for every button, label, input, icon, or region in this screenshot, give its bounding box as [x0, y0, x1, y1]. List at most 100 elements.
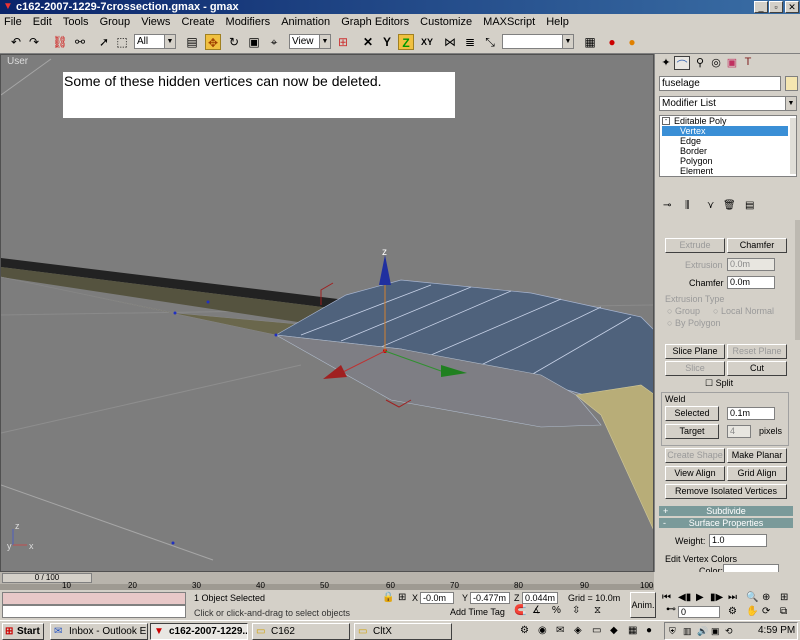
tray-icon-app2[interactable]: ◆ [610, 625, 618, 636]
task-cltx[interactable]: ▭ CltX [354, 623, 452, 640]
start-button[interactable]: ⊞ Start [2, 623, 44, 640]
zoom-icon[interactable]: 🔍 [746, 592, 758, 603]
menu-group[interactable]: Group [100, 14, 131, 30]
time-config-icon[interactable]: ⚙ [728, 606, 737, 617]
local-normal-radio[interactable]: ○ Local Normal [713, 306, 774, 316]
menu-customize[interactable]: Customize [420, 14, 472, 30]
tray-icon-folder[interactable]: ▭ [592, 625, 601, 636]
stack-root[interactable]: Editable Poly [674, 116, 727, 126]
material-editor-icon[interactable]: ▦ [582, 34, 598, 50]
tray-icon-mail[interactable]: ✉ [556, 625, 564, 636]
create-shape-button[interactable]: Create Shape [665, 448, 725, 463]
task-gmax[interactable]: ▼ c162-2007-1229... [150, 623, 248, 640]
chamfer-button[interactable]: Chamfer [727, 238, 787, 253]
previous-frame-icon[interactable]: ◀▮ [678, 592, 691, 603]
stack-item-polygon[interactable]: Polygon [680, 156, 713, 166]
by-polygon-radio[interactable]: ○ By Polygon [667, 318, 720, 328]
current-frame-field[interactable]: 0 [678, 606, 720, 618]
remove-isolated-vertices-button[interactable]: Remove Isolated Vertices [665, 484, 787, 499]
tray-icon-display[interactable]: ▣ [711, 626, 720, 637]
go-to-start-icon[interactable]: ⏮ [662, 592, 671, 603]
align-icon[interactable]: ⤡ [482, 34, 498, 50]
maximize-viewport-icon[interactable]: ⧉ [780, 606, 787, 617]
reset-plane-button[interactable]: Reset Plane [727, 344, 787, 359]
play-icon[interactable]: ▶ [696, 592, 704, 603]
select-object-icon[interactable]: ➚ [96, 34, 112, 50]
percent-snap-icon[interactable]: % [552, 605, 561, 616]
maxscript-listener-white[interactable] [2, 605, 186, 618]
menu-maxscript[interactable]: MAXScript [483, 14, 535, 30]
create-tab-icon[interactable]: ✦ [659, 56, 673, 70]
motion-tab-icon[interactable]: ◎ [709, 56, 723, 70]
lock-selection-icon[interactable]: 🔒 [382, 592, 394, 603]
stack-item-vertex[interactable]: Vertex [662, 126, 788, 136]
stack-item-edge[interactable]: Edge [680, 136, 701, 146]
x-coordinate-field[interactable]: -0.0m [420, 592, 454, 604]
tray-icon-app4[interactable]: ● [646, 625, 652, 636]
restore-button[interactable]: ▫ [769, 1, 783, 13]
panel-scrollbar[interactable] [795, 220, 800, 340]
animate-button[interactable]: Anim. [630, 592, 656, 618]
grid-align-button[interactable]: Grid Align [727, 466, 787, 481]
menu-animation[interactable]: Animation [281, 14, 330, 30]
zoom-extents-icon[interactable]: ⊞ [780, 592, 788, 603]
y-coordinate-field[interactable]: -0.477m [470, 592, 510, 604]
restrict-y-icon[interactable]: Y [379, 34, 395, 50]
menu-create[interactable]: Create [181, 14, 214, 30]
make-planar-button[interactable]: Make Planar [727, 448, 787, 463]
target-weld-button[interactable]: Target [665, 424, 719, 439]
slice-button[interactable]: Slice [665, 361, 725, 376]
show-end-result-icon[interactable]: ⫼ [685, 200, 690, 211]
configure-sets-icon[interactable]: ▤ [745, 200, 754, 211]
weld-threshold-spinner[interactable]: 0.1m [727, 407, 775, 420]
next-frame-icon[interactable]: ▮▶ [710, 592, 723, 603]
tray-icon-security[interactable]: ⛨ [669, 626, 676, 637]
modify-tab-icon[interactable]: ⌒ [674, 56, 690, 72]
unlink-icon[interactable]: ⚯ [72, 34, 88, 50]
weld-selected-button[interactable]: Selected [665, 406, 719, 421]
menu-views[interactable]: Views [141, 14, 170, 30]
expand-icon[interactable]: - [662, 117, 670, 125]
degradation-override-icon[interactable]: ⧖ [594, 605, 601, 616]
angle-snap-icon[interactable]: ∡ [532, 605, 541, 616]
pivot-center-icon[interactable]: ⊞ [335, 34, 351, 50]
task-c162[interactable]: ▭ C162 [252, 623, 350, 640]
group-radio[interactable]: ○ Group [667, 306, 700, 316]
target-pixels-spinner[interactable]: 4 [727, 425, 751, 438]
menu-help[interactable]: Help [546, 14, 569, 30]
chamfer-spinner[interactable]: 0.0m [727, 276, 775, 289]
select-by-name-icon[interactable]: ▤ [184, 34, 200, 50]
absolute-mode-icon[interactable]: ⊞ [398, 592, 406, 603]
tray-icon-network2[interactable]: ▥ [683, 626, 692, 637]
task-outlook[interactable]: ✉ Inbox - Outlook E... [50, 623, 148, 640]
extrusion-spinner[interactable]: 0.0m [727, 258, 775, 271]
view-align-button[interactable]: View Align [665, 466, 725, 481]
restrict-xy-button[interactable]: XY [418, 34, 436, 50]
go-to-end-icon[interactable]: ⏭ [728, 592, 737, 603]
stack-item-border[interactable]: Border [680, 146, 707, 156]
stack-scrollbar[interactable] [790, 118, 796, 174]
menu-modifiers[interactable]: Modifiers [226, 14, 271, 30]
scale-icon[interactable]: ▣ [246, 34, 262, 50]
object-color-swatch[interactable] [785, 76, 798, 91]
extrude-button[interactable]: Extrude [665, 238, 725, 253]
weight-spinner[interactable]: 1.0 [709, 534, 767, 547]
hierarchy-tab-icon[interactable]: ⚲ [693, 56, 707, 70]
tray-icon-app[interactable]: ◈ [574, 625, 582, 636]
region-select-icon[interactable]: ⬚ [114, 34, 130, 50]
add-time-tag[interactable]: Add Time Tag [450, 606, 510, 618]
restrict-x-icon[interactable]: ✕ [360, 34, 376, 50]
utilities-tab-icon[interactable]: T [741, 56, 755, 70]
spinner-snap-icon[interactable]: ⇳ [572, 605, 580, 616]
subdivide-rollout-header[interactable]: + Subdivide [659, 506, 793, 516]
vertex-color-swatch[interactable] [723, 564, 779, 572]
tray-icon-ie[interactable]: ◉ [538, 625, 547, 636]
move-icon[interactable]: ✥ [205, 34, 221, 50]
orbit-icon[interactable]: ⟳ [762, 606, 770, 617]
restrict-z-button[interactable]: Z [398, 34, 414, 50]
zoom-all-icon[interactable]: ⊕ [762, 592, 770, 603]
remove-modifier-icon[interactable]: 🗑 [723, 200, 736, 211]
quick-render-icon[interactable]: ● [624, 34, 640, 50]
surface-properties-rollout-header[interactable]: - Surface Properties [659, 518, 793, 528]
minimize-button[interactable]: _ [754, 1, 768, 13]
